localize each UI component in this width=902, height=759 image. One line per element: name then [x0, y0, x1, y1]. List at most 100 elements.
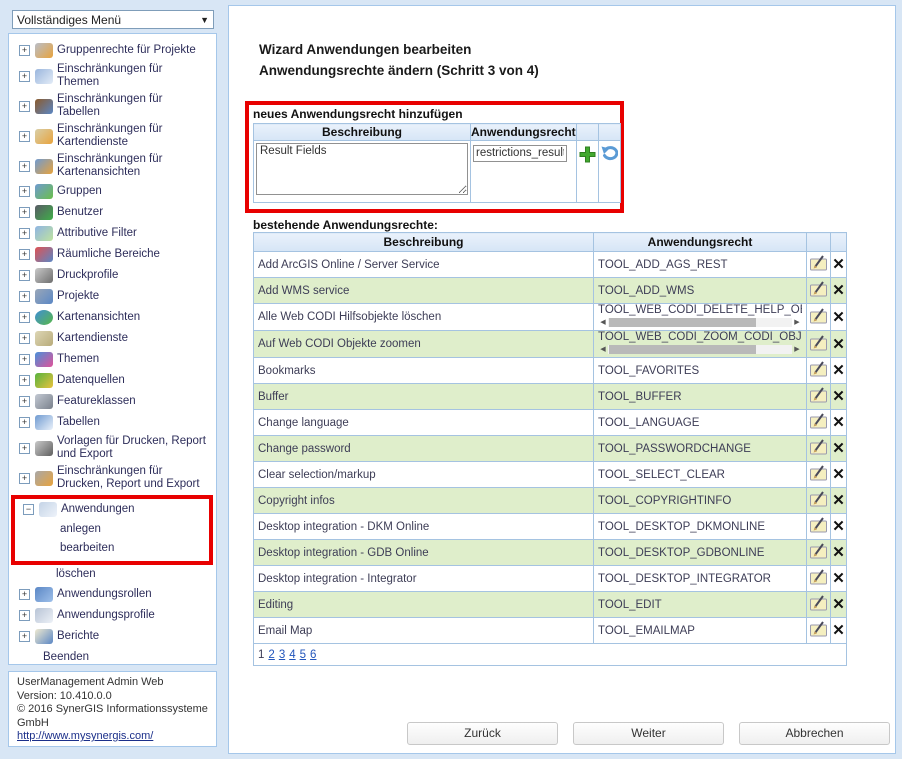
edit-button[interactable] [809, 491, 829, 510]
scroll-left-icon[interactable]: ◀ [598, 344, 608, 355]
delete-button[interactable]: ✕ [832, 596, 845, 613]
edit-button[interactable] [809, 308, 829, 327]
sidebar-item-anwendungen[interactable]: −Anwendungen [23, 501, 209, 518]
delete-button[interactable]: ✕ [832, 336, 845, 353]
collapse-icon[interactable]: − [23, 504, 34, 515]
sidebar-item-projekte[interactable]: +Projekte [19, 288, 213, 305]
expand-icon[interactable]: + [19, 333, 30, 344]
sidebar-item-gruppenrechte-für-projekte[interactable]: +Gruppenrechte für Projekte [19, 42, 213, 59]
expand-icon[interactable]: + [19, 312, 30, 323]
sidebar-item-datenquellen[interactable]: +Datenquellen [19, 372, 213, 389]
sidebar-subitem-löschen[interactable]: löschen [56, 567, 213, 582]
expand-icon[interactable]: + [19, 610, 30, 621]
delete-button[interactable]: ✕ [832, 466, 845, 483]
expand-icon[interactable]: + [19, 249, 30, 260]
pagination-page-link[interactable]: 6 [310, 649, 316, 661]
expand-icon[interactable]: + [19, 589, 30, 600]
scrollbar-track[interactable] [608, 345, 792, 354]
scrollbar-thumb[interactable] [609, 318, 756, 327]
expand-icon[interactable]: + [19, 631, 30, 642]
sidebar-item-einschränkungen-für-drucken-report-und-export[interactable]: +Einschränkungen für Drucken, Report und… [19, 465, 213, 491]
edit-button[interactable] [809, 387, 829, 406]
edit-button[interactable] [809, 517, 829, 536]
sidebar-subitem-anlegen[interactable]: anlegen [60, 522, 209, 537]
sidebar-item-räumliche-bereiche[interactable]: +Räumliche Bereiche [19, 246, 213, 263]
sidebar-subitem-bearbeiten[interactable]: bearbeiten [60, 541, 209, 556]
sidebar-item-einschränkungen-für-tabellen[interactable]: +Einschränkungen für Tabellen [19, 93, 213, 119]
edit-button[interactable] [809, 569, 829, 588]
expand-icon[interactable]: + [19, 207, 30, 218]
scrollbar-thumb[interactable] [609, 345, 756, 354]
pagination-page-link[interactable]: 5 [300, 649, 306, 661]
edit-button[interactable] [809, 281, 829, 300]
expand-icon[interactable]: + [19, 443, 30, 454]
edit-button[interactable] [809, 595, 829, 614]
sidebar-item-anwendungsprofile[interactable]: +Anwendungsprofile [19, 607, 213, 624]
sidebar-item-einschränkungen-für-kartenansichten[interactable]: +Einschränkungen für Kartenansichten [19, 153, 213, 179]
delete-button[interactable]: ✕ [832, 309, 845, 326]
next-button[interactable]: Weiter [573, 722, 724, 745]
sidebar-item-druckprofile[interactable]: +Druckprofile [19, 267, 213, 284]
edit-button[interactable] [809, 335, 829, 354]
right-name-input[interactable] [473, 145, 567, 162]
sidebar-item-einschränkungen-für-themen[interactable]: +Einschränkungen für Themen [19, 63, 213, 89]
sidebar-item-themen[interactable]: +Themen [19, 351, 213, 368]
expand-icon[interactable]: + [19, 417, 30, 428]
cancel-button[interactable]: Abbrechen [739, 722, 890, 745]
footer-link[interactable]: http://www.mysynergis.com/ [17, 730, 153, 742]
menu-dropdown[interactable]: Vollständiges Menü ▼ [12, 10, 214, 29]
pagination-page-link[interactable]: 4 [289, 649, 295, 661]
sidebar-item-kartendienste[interactable]: +Kartendienste [19, 330, 213, 347]
expand-icon[interactable]: + [19, 45, 30, 56]
add-right-button[interactable] [579, 146, 596, 168]
sidebar-item-kartenansichten[interactable]: +Kartenansichten [19, 309, 213, 326]
expand-icon[interactable]: + [19, 71, 30, 82]
edit-button[interactable] [809, 465, 829, 484]
sidebar-item-vorlagen-für-drucken-report-und-export[interactable]: +Vorlagen für Drucken, Report und Export [19, 435, 213, 461]
sidebar-item-featureklassen[interactable]: +Featureklassen [19, 393, 213, 410]
expand-icon[interactable]: + [19, 186, 30, 197]
sidebar-item-gruppen[interactable]: +Gruppen [19, 183, 213, 200]
delete-button[interactable]: ✕ [832, 388, 845, 405]
delete-button[interactable]: ✕ [832, 622, 845, 639]
delete-button[interactable]: ✕ [832, 256, 845, 273]
sidebar-item-einschränkungen-für-kartendienste[interactable]: +Einschränkungen für Kartendienste [19, 123, 213, 149]
horizontal-scrollbar[interactable]: ◀▶ [598, 317, 802, 328]
scroll-left-icon[interactable]: ◀ [598, 317, 608, 328]
edit-button[interactable] [809, 413, 829, 432]
pagination-page-link[interactable]: 3 [279, 649, 285, 661]
scroll-right-icon[interactable]: ▶ [792, 344, 802, 355]
edit-button[interactable] [809, 361, 829, 380]
delete-button[interactable]: ✕ [832, 570, 845, 587]
edit-button[interactable] [809, 255, 829, 274]
delete-button[interactable]: ✕ [832, 440, 845, 457]
sidebar-item-benutzer[interactable]: +Benutzer [19, 204, 213, 221]
sidebar-item-attributive-filter[interactable]: +Attributive Filter [19, 225, 213, 242]
delete-button[interactable]: ✕ [832, 282, 845, 299]
expand-icon[interactable]: + [19, 291, 30, 302]
delete-button[interactable]: ✕ [832, 492, 845, 509]
edit-button[interactable] [809, 543, 829, 562]
expand-icon[interactable]: + [19, 131, 30, 142]
edit-button[interactable] [809, 621, 829, 640]
expand-icon[interactable]: + [19, 354, 30, 365]
back-button[interactable]: Zurück [407, 722, 558, 745]
expand-icon[interactable]: + [19, 375, 30, 386]
sidebar-item-beenden[interactable]: Beenden [43, 649, 213, 665]
description-input[interactable]: Result Fields [256, 143, 468, 195]
undo-button[interactable] [601, 146, 618, 167]
scroll-right-icon[interactable]: ▶ [792, 317, 802, 328]
sidebar-item-tabellen[interactable]: +Tabellen [19, 414, 213, 431]
edit-button[interactable] [809, 439, 829, 458]
delete-button[interactable]: ✕ [832, 518, 845, 535]
expand-icon[interactable]: + [19, 161, 30, 172]
scrollbar-track[interactable] [608, 318, 792, 327]
sidebar-item-berichte[interactable]: +Berichte [19, 628, 213, 645]
expand-icon[interactable]: + [19, 270, 30, 281]
expand-icon[interactable]: + [19, 101, 30, 112]
delete-button[interactable]: ✕ [832, 544, 845, 561]
expand-icon[interactable]: + [19, 473, 30, 484]
expand-icon[interactable]: + [19, 396, 30, 407]
delete-button[interactable]: ✕ [832, 362, 845, 379]
horizontal-scrollbar[interactable]: ◀▶ [598, 344, 802, 355]
